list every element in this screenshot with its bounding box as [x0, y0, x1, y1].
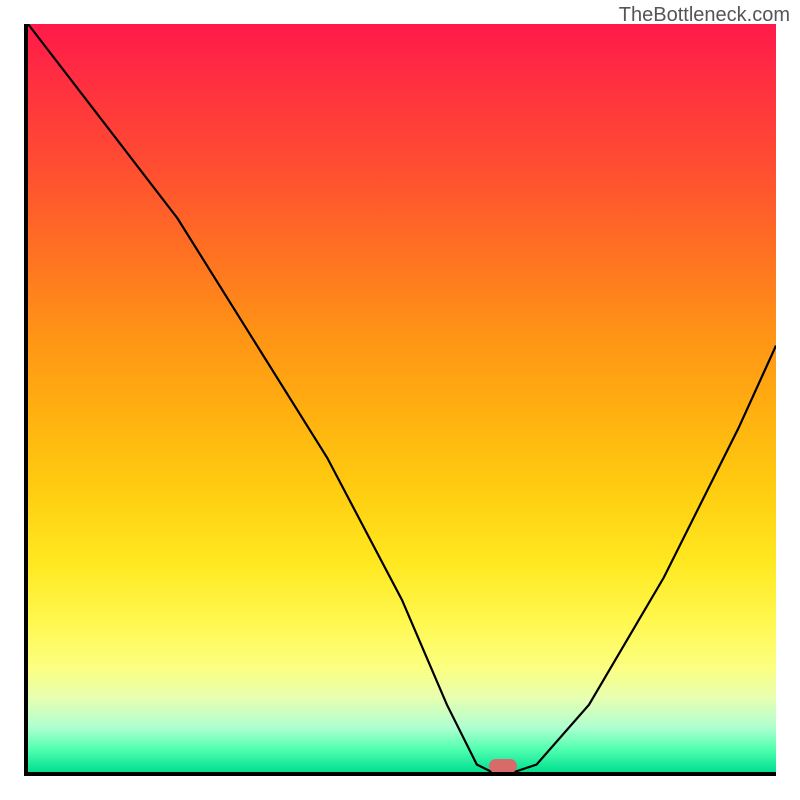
- chart-curve-svg: [28, 24, 776, 772]
- chart-plot-area: [24, 24, 776, 776]
- bottleneck-curve-line: [28, 24, 776, 772]
- optimal-point-marker: [489, 759, 517, 773]
- watermark-text: TheBottleneck.com: [619, 4, 790, 27]
- chart-container: TheBottleneck.com: [0, 0, 800, 800]
